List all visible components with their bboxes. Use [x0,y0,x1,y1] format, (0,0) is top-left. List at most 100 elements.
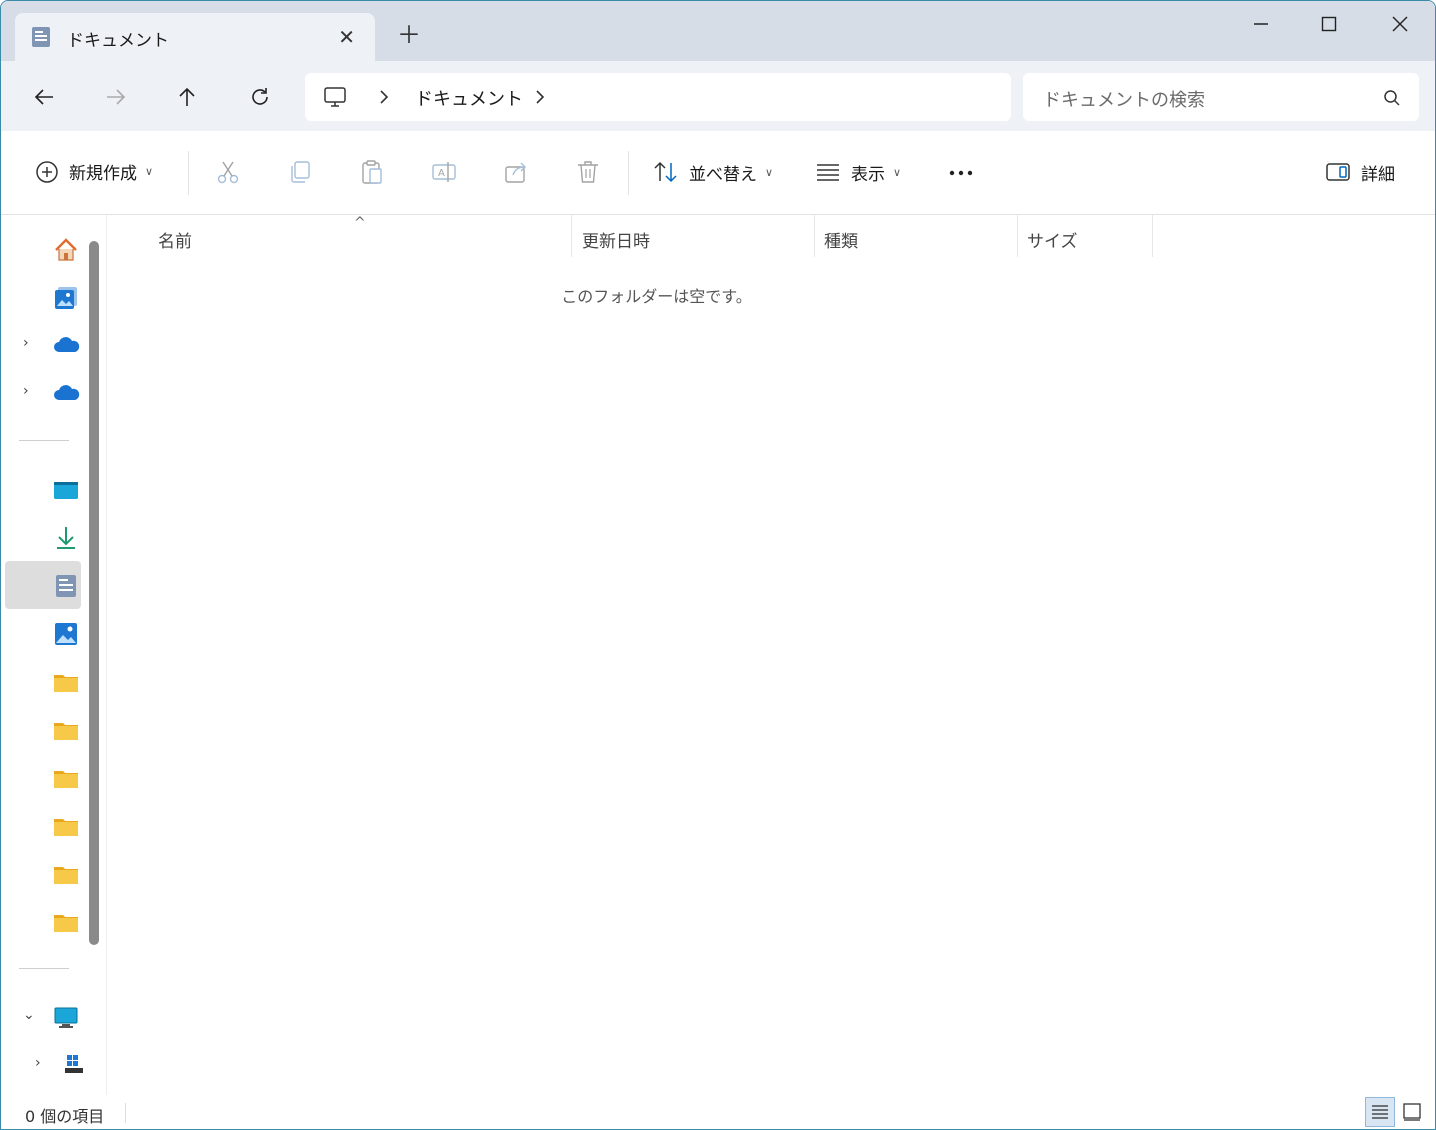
column-header-size[interactable]: サイズ [1027,227,1078,257]
sidebar-divider [19,968,69,969]
windows-drive-icon [65,1053,83,1079]
gallery-icon [53,285,79,315]
file-list: ^ 名前 更新日時 種類 サイズ このフォルダーは空です。 [108,215,1435,1095]
column-header-type[interactable]: 種類 [824,227,858,257]
tiles-view-button[interactable] [1397,1097,1427,1127]
details-view-icon [1372,1105,1388,1119]
sort-button[interactable]: 並べ替え ∨ [653,159,773,185]
forward-button[interactable] [100,81,132,113]
arrow-left-icon [34,89,53,105]
chevron-down-icon: ∨ [145,165,154,178]
sidebar-item-downloads[interactable] [5,513,81,561]
maximize-button[interactable] [1307,9,1351,39]
sidebar-item-this-pc[interactable]: ⌄ [5,993,81,1041]
refresh-icon [252,88,268,105]
sidebar-item-gallery[interactable] [5,273,81,321]
back-button[interactable] [28,81,60,113]
desktop-icon [53,477,79,507]
column-divider[interactable] [571,215,572,257]
details-pane-icon [1326,163,1350,181]
empty-folder-message: このフォルダーは空です。 [561,287,752,306]
folder-icon [53,909,79,939]
up-button[interactable] [171,81,203,113]
rename-button[interactable]: A [431,159,457,185]
refresh-button[interactable] [244,81,276,113]
title-bar: ドキュメント ✕ ＋ [1,1,1435,61]
folder-icon [53,813,79,843]
search-placeholder[interactable]: ドキュメントの検索 [1043,86,1205,112]
sidebar-item-folder-4[interactable] [5,801,81,849]
copy-button[interactable] [287,159,313,185]
share-button[interactable] [503,159,529,185]
address-bar[interactable]: ドキュメント [305,73,1011,121]
chevron-right-icon[interactable]: › [23,335,29,351]
folder-icon [53,861,79,891]
onedrive-cloud-icon [53,333,81,361]
toolbar-separator [188,151,189,195]
sidebar-item-folder-2[interactable] [5,705,81,753]
navigation-pane: › › ⌄ › [1,215,107,1095]
item-count: 0 個の項目 [25,1107,105,1126]
cut-button[interactable] [215,159,241,185]
view-label: 表示 [851,164,885,185]
close-window-button[interactable] [1378,9,1422,39]
delete-button[interactable] [575,159,601,185]
column-divider[interactable] [814,215,815,257]
sidebar-item-drive[interactable]: › [5,1041,83,1089]
column-divider[interactable] [1152,215,1153,257]
sidebar-item-onedrive-1[interactable]: › [5,321,81,369]
folder-icon [53,669,79,699]
sidebar-item-folder-1[interactable] [5,657,81,705]
chevron-down-icon: ∨ [893,165,902,179]
close-tab-icon[interactable]: ✕ [338,25,355,49]
more-dots-icon [949,170,973,176]
breadcrumb-documents[interactable]: ドキュメント [415,85,523,111]
chevron-down-icon[interactable]: ⌄ [23,1007,35,1023]
onedrive-cloud-icon [53,381,81,409]
sidebar-item-desktop[interactable] [5,465,81,513]
sidebar-item-home[interactable] [5,225,81,273]
chevron-right-icon[interactable] [533,87,547,111]
list-view-icon [817,164,839,181]
this-pc-icon [53,1005,79,1035]
sidebar-item-folder-5[interactable] [5,849,81,897]
details-label: 詳細 [1361,164,1395,185]
rename-icon: A [432,162,456,182]
column-header-modified[interactable]: 更新日時 [582,227,650,257]
more-options-button[interactable] [947,161,975,185]
trash-icon [578,161,598,183]
folder-icon [53,717,79,747]
search-icon[interactable] [1383,89,1401,111]
column-header-name[interactable]: 名前 [158,227,192,257]
home-icon [53,237,79,267]
navigation-bar: ドキュメント ドキュメントの検索 [1,61,1435,131]
sidebar-item-documents[interactable] [5,561,81,609]
details-view-button[interactable] [1365,1097,1395,1127]
status-divider [125,1103,126,1123]
chevron-right-icon[interactable]: › [35,1055,41,1071]
this-pc-icon[interactable] [323,85,347,113]
chevron-right-icon[interactable]: › [23,383,29,399]
tab-title: ドキュメント [67,31,169,51]
toolbar-separator [628,151,629,195]
scissors-icon [217,161,239,184]
sidebar-item-folder-3[interactable] [5,753,81,801]
svg-text:A: A [438,168,445,179]
new-button[interactable]: 新規作成 ∨ [35,159,153,184]
minimize-button[interactable] [1239,9,1283,39]
copy-icon [291,161,310,183]
pictures-icon [53,621,79,651]
sidebar-item-pictures[interactable] [5,609,81,657]
chevron-right-icon[interactable] [377,87,391,111]
paste-button[interactable] [359,159,385,185]
sidebar-scrollbar[interactable] [89,241,99,945]
sidebar-item-onedrive-2[interactable]: › [5,369,81,417]
column-divider[interactable] [1017,215,1018,257]
tab-documents[interactable]: ドキュメント ✕ [15,13,375,61]
new-tab-icon[interactable]: ＋ [397,23,421,47]
add-circle-icon [36,160,58,183]
search-box[interactable]: ドキュメントの検索 [1023,73,1419,121]
details-pane-button[interactable]: 詳細 [1325,159,1395,185]
sidebar-item-folder-6[interactable] [5,897,81,945]
view-button[interactable]: 表示 ∨ [815,159,901,185]
